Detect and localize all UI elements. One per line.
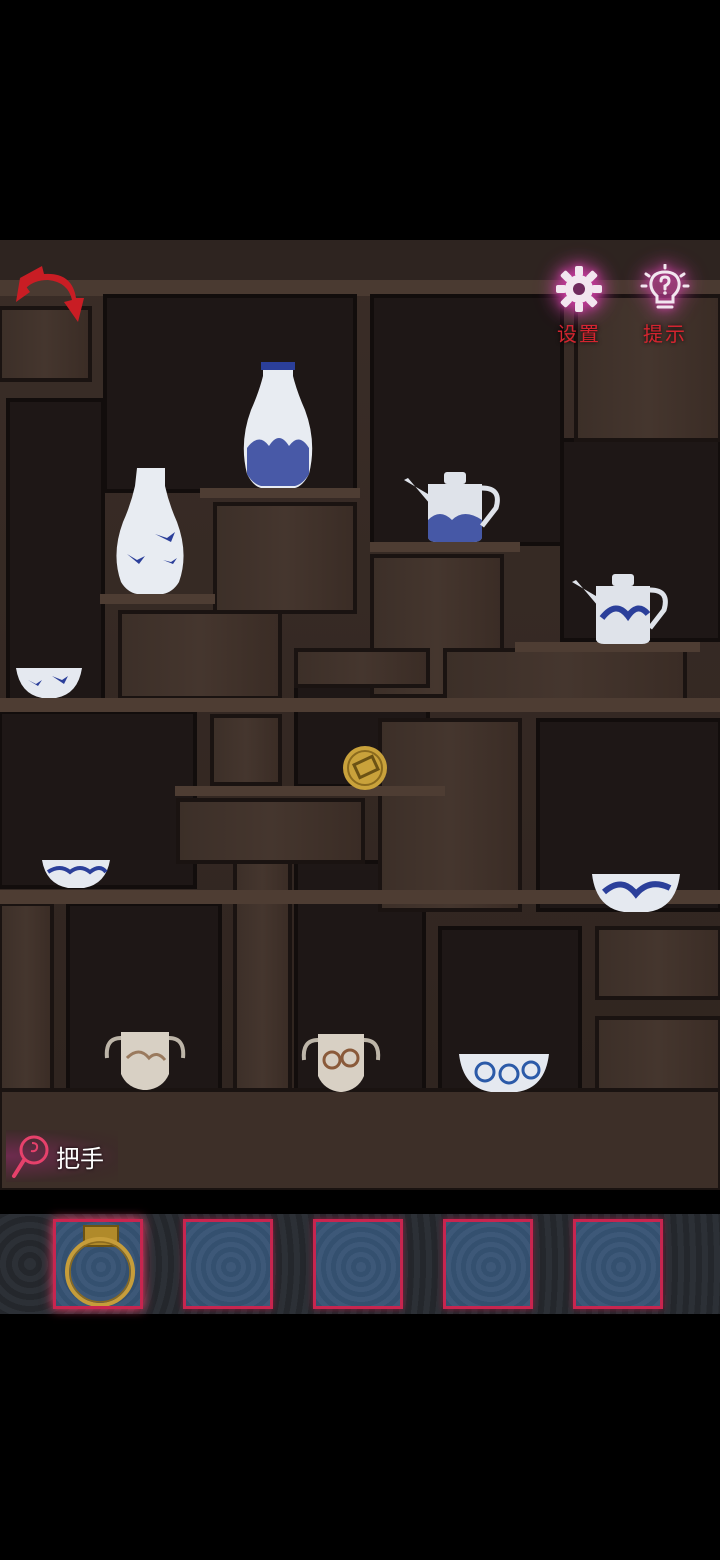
gear-icon: [556, 266, 602, 312]
inventory-slot-4[interactable]: [443, 1219, 533, 1309]
hint-button[interactable]: 提示: [634, 264, 696, 347]
wood-panel: [210, 714, 282, 786]
wood-panel: [176, 798, 365, 864]
gold-coin: [343, 746, 387, 790]
selected-item-indicator[interactable]: 把手: [6, 1130, 118, 1182]
magnifier-icon: [12, 1135, 49, 1178]
settings-button[interactable]: 设置: [548, 264, 610, 347]
inventory-bar: [0, 1214, 720, 1314]
wood-panel: [595, 926, 720, 1000]
wood-panel: [443, 648, 687, 702]
settings-label: 设置: [557, 322, 601, 346]
inventory-slot-2[interactable]: [183, 1219, 273, 1309]
wood-panel: [378, 718, 522, 912]
hint-label: 提示: [643, 322, 687, 346]
wood-panel: [595, 1016, 720, 1092]
shelf-artwork: [0, 240, 720, 1190]
cavity: [103, 294, 357, 493]
wood-panel: [0, 902, 54, 1092]
back-arrow-icon: [16, 266, 84, 322]
cavity: [6, 398, 105, 702]
inventory-slot-5[interactable]: [573, 1219, 663, 1309]
back-button[interactable]: [14, 258, 86, 330]
inventory-slot-1[interactable]: [53, 1219, 143, 1309]
inventory-slot-3[interactable]: [313, 1219, 403, 1309]
curio-shelf-scene: [0, 240, 720, 1190]
wood-panel: [213, 502, 357, 614]
wood-panel: [294, 648, 430, 688]
selected-item-name: 把手: [56, 1144, 104, 1173]
lightbulb-icon: [640, 264, 690, 309]
handle-ring-icon: [65, 1225, 135, 1307]
wood-panel: [118, 610, 282, 700]
